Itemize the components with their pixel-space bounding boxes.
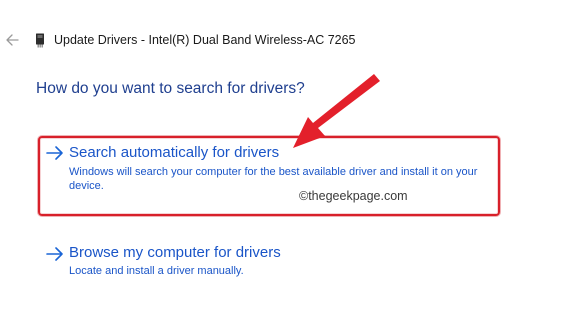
watermark-text: ©thegeekpage.com — [299, 189, 408, 203]
option-description: Windows will search your computer for th… — [69, 166, 478, 192]
option-title: Search automatically for drivers — [69, 144, 280, 161]
network-adapter-icon — [35, 33, 45, 48]
back-arrow-icon — [6, 34, 19, 46]
window-title: Update Drivers - Intel(R) Dual Band Wire… — [54, 33, 356, 47]
search-automatically-option[interactable]: Search automatically for drivers Windows… — [38, 136, 500, 216]
browse-computer-option[interactable]: Browse my computer for drivers Locate an… — [38, 240, 500, 284]
arrow-right-icon — [45, 245, 65, 263]
arrow-right-icon — [45, 144, 65, 162]
page-heading: How do you want to search for drivers? — [36, 80, 305, 97]
back-button[interactable] — [4, 31, 20, 49]
option-title: Browse my computer for drivers — [69, 244, 281, 261]
option-description: Locate and install a driver manually. — [69, 265, 244, 277]
